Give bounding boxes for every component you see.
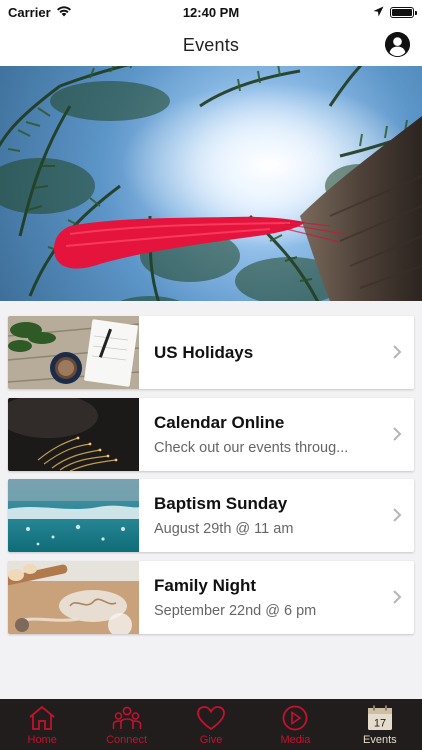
home-icon [29, 705, 55, 730]
chevron-right-icon [393, 590, 402, 604]
chevron-right-icon [393, 508, 402, 522]
people-icon [112, 706, 141, 729]
event-card-baptism-sunday[interactable]: Baptism Sunday August 29th @ 11 am [8, 479, 414, 552]
play-circle-icon [283, 705, 308, 731]
event-subtitle: September 22nd @ 6 pm [154, 603, 317, 619]
tab-label: Events [363, 734, 397, 746]
event-card-us-holidays[interactable]: US Holidays [8, 316, 414, 389]
status-left: Carrier [8, 5, 72, 20]
event-card-calendar-online[interactable]: Calendar Online Check out our events thr… [8, 398, 414, 471]
event-thumbnail [8, 561, 139, 634]
event-thumbnail [8, 479, 139, 552]
event-title: Baptism Sunday [154, 494, 288, 513]
tab-connect[interactable]: Connect [84, 699, 168, 750]
battery-icon [390, 6, 417, 18]
calendar-icon: 17 [367, 705, 392, 730]
carrier-label: Carrier [8, 4, 51, 20]
status-time: 12:40 PM [182, 4, 240, 20]
hero-banner-image [0, 66, 422, 301]
event-subtitle: Check out our events throug... [154, 440, 349, 456]
navigation-bar: Events [0, 24, 422, 66]
event-thumbnail [8, 398, 139, 471]
status-bar: Carrier 12:40 PM [0, 0, 422, 24]
event-subtitle: August 29th @ 11 am [154, 521, 294, 537]
tab-label: Home [27, 734, 57, 746]
event-title: US Holidays [154, 342, 254, 362]
page-title: Events [182, 34, 240, 55]
event-title: Family Night [154, 576, 257, 595]
tab-label: Media [280, 734, 311, 746]
chevron-right-icon [393, 345, 402, 359]
chevron-right-icon [393, 427, 402, 441]
event-title: Calendar Online [154, 413, 285, 432]
event-thumbnail [8, 316, 139, 389]
location-arrow-icon [373, 5, 384, 20]
calendar-badge-number: 17 [374, 718, 386, 730]
tab-home[interactable]: Home [0, 699, 84, 750]
tab-give[interactable]: Give [169, 699, 253, 750]
tab-label: Connect [106, 734, 148, 746]
status-right [373, 5, 417, 20]
profile-icon[interactable] [385, 32, 410, 57]
tab-bar: Home Connect Give Media 17 Events [0, 699, 422, 750]
wifi-icon [56, 5, 72, 20]
event-card-family-night[interactable]: Family Night September 22nd @ 6 pm [8, 561, 414, 634]
heart-icon [197, 706, 225, 731]
tab-label: Give [199, 734, 223, 746]
tab-events[interactable]: 17 Events [338, 699, 422, 750]
tab-media[interactable]: Media [253, 699, 337, 750]
